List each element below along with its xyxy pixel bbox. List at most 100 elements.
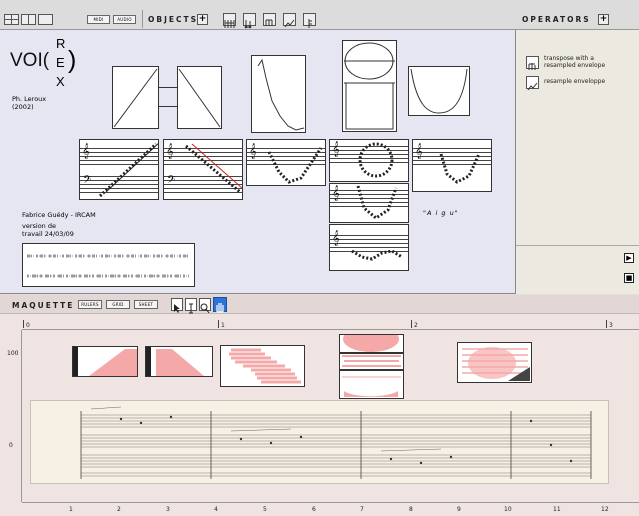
bottom-ruler-label-12: 12 xyxy=(601,506,609,513)
operator-label-transpose-2: resampled envelope xyxy=(544,62,606,69)
score-box-4[interactable]: 𝄞 xyxy=(329,139,409,182)
score-icon[interactable] xyxy=(303,13,316,28)
bottom-ruler-label-10: 10 xyxy=(504,506,512,513)
treble-clef: 𝄞 xyxy=(166,144,174,159)
add-operator-button[interactable]: + xyxy=(598,14,609,25)
operator-item-resample[interactable]: resample enveloppe xyxy=(523,76,633,91)
bpf-box-ramp-down[interactable] xyxy=(177,66,222,129)
ruler-tick xyxy=(218,320,219,328)
chord-seq-icon[interactable] xyxy=(223,13,236,28)
layout-single-button[interactable] xyxy=(38,14,53,25)
toolbar-divider xyxy=(142,10,143,28)
bpf-icon[interactable] xyxy=(283,13,296,28)
bottom-ruler-label-6: 6 xyxy=(312,506,316,513)
bottom-ruler-label-11: 11 xyxy=(553,506,561,513)
title-letter-x: X xyxy=(56,74,65,89)
bpf-box-curve[interactable] xyxy=(251,55,306,133)
credits-line3: travail 24/03/09 xyxy=(22,230,74,238)
title-letter-e: E xyxy=(56,55,65,70)
score-box-1[interactable]: 𝄞 𝄢 xyxy=(79,139,159,200)
sound-object[interactable] xyxy=(22,243,195,287)
bottom-ruler-label-2: 2 xyxy=(117,506,121,513)
credits-line2: version de xyxy=(22,222,56,230)
maquette-box-6[interactable] xyxy=(339,370,404,399)
treble-clef: 𝄞 xyxy=(249,144,257,159)
stop-button[interactable]: ■ xyxy=(624,273,634,283)
maquette-box-5[interactable] xyxy=(339,353,404,370)
title-letter-r: R xyxy=(56,36,66,51)
bottom-ruler-label-3: 3 xyxy=(166,506,170,513)
score-image[interactable] xyxy=(30,400,609,484)
bpf-box-ramp[interactable] xyxy=(112,66,159,129)
top-ruler xyxy=(22,314,639,330)
operator-label-resample: resample enveloppe xyxy=(544,78,606,85)
score-box-6[interactable]: 𝄞 xyxy=(329,224,409,271)
author-name: Ph. Leroux xyxy=(12,95,47,103)
y-label-0: 0 xyxy=(9,442,13,449)
text-cursor-tool-icon[interactable] xyxy=(185,298,197,314)
resample-icon xyxy=(526,76,539,91)
grid-button[interactable]: GRID xyxy=(106,300,130,309)
bottom-ruler-label-4: 4 xyxy=(214,506,218,513)
chord-icon[interactable] xyxy=(243,13,256,29)
score-box-2[interactable]: 𝄞 𝄢 xyxy=(163,139,243,200)
score-box-7[interactable]: 𝄞 xyxy=(412,139,492,192)
midi-button[interactable]: MIDI xyxy=(87,15,110,24)
maquette-box-3[interactable] xyxy=(220,345,305,387)
bass-clef: 𝄢 xyxy=(83,174,92,189)
bottom-ruler-label-9: 9 xyxy=(457,506,461,513)
ruler-tick xyxy=(606,320,607,328)
bass-clef: 𝄢 xyxy=(167,174,176,189)
transpose-icon xyxy=(526,56,539,70)
rulers-button[interactable]: RULERS xyxy=(78,300,102,309)
treble-clef: 𝄞 xyxy=(332,142,340,157)
treble-clef: 𝄞 xyxy=(82,144,90,159)
treble-clef: 𝄞 xyxy=(332,186,340,201)
arrow-tool-icon[interactable] xyxy=(171,298,183,313)
play-button[interactable]: ▶ xyxy=(624,253,634,263)
ruler-label-3: 3 xyxy=(609,322,613,329)
maquette-title: MAQUETTE xyxy=(12,301,75,310)
author-year: (2002) xyxy=(12,103,34,111)
y-label-100: 100 xyxy=(7,350,19,357)
treble-clef: 𝄞 xyxy=(415,144,423,159)
aigu-label: "A i g u" xyxy=(423,209,459,217)
bottom-ruler-label-1: 1 xyxy=(69,506,73,513)
bottom-ruler-label-7: 7 xyxy=(360,506,364,513)
treble-clef: 𝄞 xyxy=(332,231,340,246)
credits-line1: Fabrice Guédy - IRCAM xyxy=(22,211,96,219)
ruler-tick xyxy=(411,320,412,328)
patch-title: VOI( xyxy=(10,50,50,71)
ruler-label-0: 0 xyxy=(26,322,30,329)
operator-item-transpose[interactable]: transpose with a resampled envelope xyxy=(523,55,633,71)
bottom-ruler-label-5: 5 xyxy=(263,506,267,513)
hand-tool-icon[interactable] xyxy=(213,297,227,313)
score-box-3[interactable]: 𝄞 xyxy=(246,139,326,186)
layout-quad-button[interactable] xyxy=(4,14,19,25)
maquette-box-1[interactable] xyxy=(72,346,138,377)
ruler-tick xyxy=(23,320,24,328)
voice-icon[interactable] xyxy=(263,13,276,26)
operator-label-transpose-1: transpose with a xyxy=(544,55,594,62)
maquette-box-2[interactable] xyxy=(145,346,213,377)
audio-button[interactable]: AUDIO xyxy=(113,15,136,24)
operators-title: OPERATORS xyxy=(522,15,591,24)
zoom-tool-icon[interactable] xyxy=(199,298,211,314)
objects-label: OBJECTS xyxy=(148,15,199,24)
bpf-connector xyxy=(159,87,177,107)
ruler-label-1: 1 xyxy=(221,322,225,329)
maquette-box-7[interactable] xyxy=(457,342,532,383)
title-close-paren: ) xyxy=(68,46,77,74)
add-object-button[interactable]: + xyxy=(197,14,208,25)
ruler-label-2: 2 xyxy=(414,322,418,329)
operators-panel xyxy=(516,0,639,294)
bpf-box-bowl[interactable] xyxy=(408,66,470,116)
sheet-button[interactable]: SHEET xyxy=(134,300,158,309)
maquette-box-4[interactable] xyxy=(339,334,404,353)
bottom-ruler xyxy=(22,502,639,516)
layout-split-button[interactable] xyxy=(21,14,36,25)
operators-divider xyxy=(516,245,639,246)
score-box-5[interactable]: 𝄞 xyxy=(329,183,409,223)
bottom-ruler-label-8: 8 xyxy=(409,506,413,513)
bpf-box-circle[interactable] xyxy=(342,40,397,132)
